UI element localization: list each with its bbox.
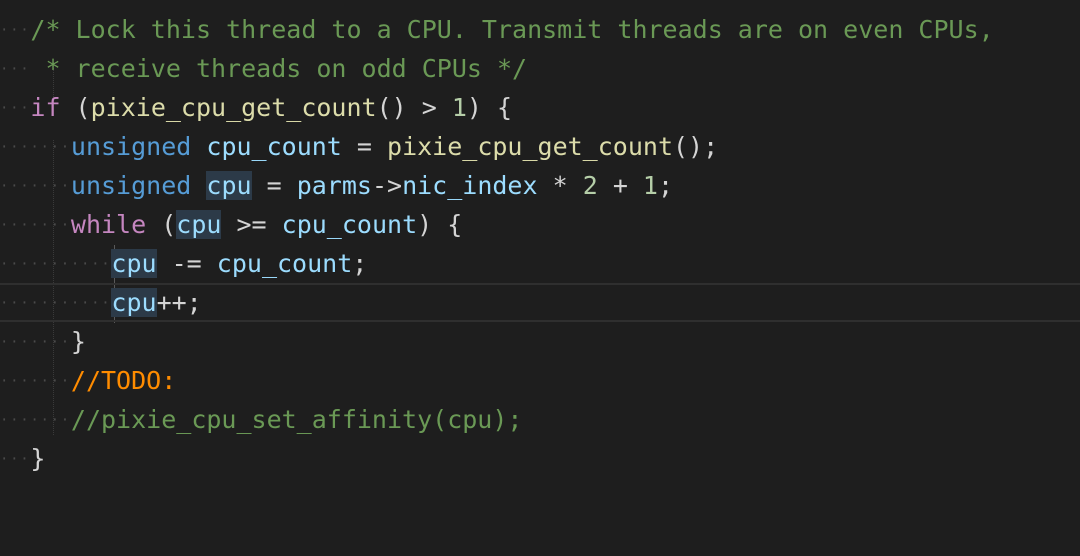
variable-token-highlighted: cpu [206, 171, 252, 200]
operator-token [191, 132, 206, 161]
operator-token: >= [221, 210, 282, 239]
code-line[interactable]: ···/* Lock this thread to a CPU. Transmi… [0, 10, 1080, 49]
code-line[interactable]: ·······while (cpu >= cpu_count) { [0, 205, 1080, 244]
comment-token: //pixie_cpu_set_affinity(cpu); [70, 405, 523, 434]
comment-token: * receive threads on odd CPUs */ [30, 54, 528, 83]
variable-token: cpu_count [206, 132, 342, 161]
whitespace-dots: ······· [0, 178, 71, 195]
code-line[interactable]: ·······//TODO: [0, 361, 1080, 400]
operator-token: ) { [466, 93, 513, 122]
operator-token: = [251, 171, 297, 200]
whitespace-dots: ······· [0, 412, 71, 429]
operator-token: ; [352, 249, 368, 278]
operator-token: -> [371, 171, 403, 200]
whitespace-dots: ··· [0, 451, 31, 468]
number-token: 1 [451, 93, 467, 122]
operator-token: = [341, 132, 388, 161]
code-line[interactable]: ···········cpu -= cpu_count; [0, 244, 1080, 283]
variable-token: cpu_count [216, 249, 353, 278]
code-line[interactable]: ·······} [0, 322, 1080, 361]
type-token: unsigned [70, 171, 192, 200]
whitespace-dots: ······· [0, 217, 71, 234]
function-token: pixie_cpu_get_count [387, 132, 673, 161]
variable-token-highlighted: cpu [111, 288, 157, 317]
whitespace-dots: ··········· [0, 256, 112, 273]
operator-token: ) { [417, 210, 463, 239]
operator-token: () > [376, 93, 452, 122]
variable-token-highlighted: cpu [111, 249, 157, 278]
code-line[interactable]: ···if (pixie_cpu_get_count() > 1) { [0, 88, 1080, 127]
whitespace-dots: ··· [0, 61, 31, 78]
variable-token: parms [296, 171, 372, 200]
code-line[interactable]: ···} [0, 439, 1080, 478]
operator-token: + [597, 171, 643, 200]
operator-token: ( [146, 210, 177, 239]
function-token: pixie_cpu_get_count [90, 93, 377, 122]
operator-token: ( [60, 93, 91, 122]
number-token: 2 [582, 171, 598, 200]
whitespace-dots: ······· [0, 373, 71, 390]
code-line[interactable]: ··· * receive threads on odd CPUs */ [0, 49, 1080, 88]
comment-token: /* Lock this thread to a CPU. Transmit t… [30, 15, 994, 44]
whitespace-dots: ··· [0, 22, 31, 39]
whitespace-dots: ··········· [0, 295, 112, 312]
variable-token: nic_index [402, 171, 538, 200]
operator-token: * [537, 171, 583, 200]
keyword-token: while [70, 210, 147, 239]
operator-token: (); [673, 132, 719, 161]
todo-comment-token: //TODO: [70, 366, 177, 395]
variable-token-highlighted: cpu [176, 210, 222, 239]
operator-token: } [30, 444, 46, 473]
whitespace-dots: ······· [0, 334, 71, 351]
whitespace-dots: ······· [0, 139, 71, 156]
number-token: 1 [642, 171, 658, 200]
whitespace-dots: ··· [0, 100, 31, 117]
operator-token: -= [156, 249, 217, 278]
variable-token: cpu_count [281, 210, 418, 239]
code-line-current[interactable]: ···········cpu++; [0, 283, 1080, 322]
keyword-token: if [30, 93, 61, 122]
operator-token: ++; [156, 288, 202, 317]
code-line[interactable]: ·······unsigned cpu_count = pixie_cpu_ge… [0, 127, 1080, 166]
operator-token: } [70, 327, 86, 356]
operator-token [191, 171, 206, 200]
code-line[interactable]: ·······unsigned cpu = parms->nic_index *… [0, 166, 1080, 205]
code-line[interactable]: ·······//pixie_cpu_set_affinity(cpu); [0, 400, 1080, 439]
type-token: unsigned [70, 132, 192, 161]
operator-token: ; [657, 171, 674, 200]
code-editor[interactable]: ···/* Lock this thread to a CPU. Transmi… [0, 0, 1080, 473]
